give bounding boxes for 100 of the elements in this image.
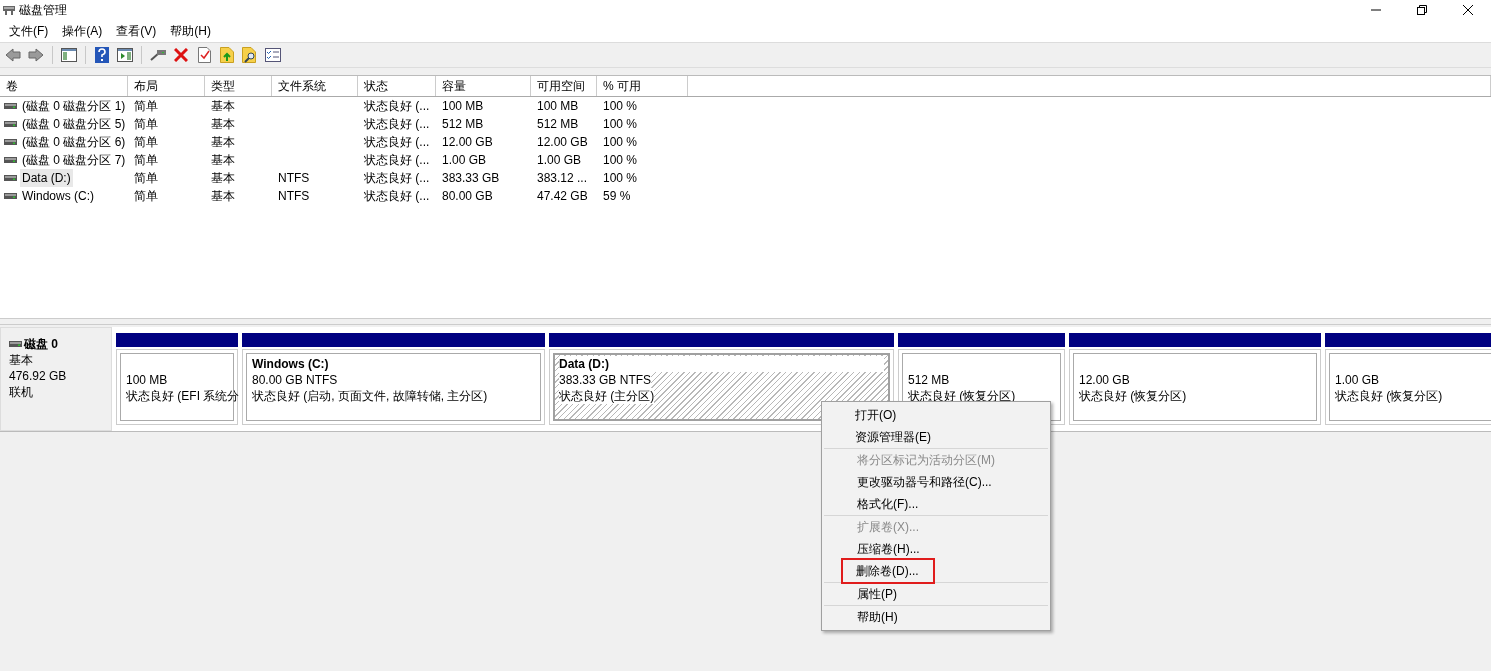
table-cell-text: 100 %: [603, 116, 638, 133]
table-cell-text: 基本: [211, 152, 235, 169]
table-cell-text: 简单: [134, 116, 158, 133]
context-menu-item[interactable]: 打开(O): [855, 404, 897, 426]
partition-title: Windows (C:): [252, 356, 330, 372]
menu-item[interactable]: 文件(F): [2, 22, 56, 40]
back-button[interactable]: [3, 45, 23, 65]
disk-icon: [2, 4, 16, 16]
volume-name[interactable]: Data (D:): [20, 169, 73, 187]
partition-info: 12.00 GB: [1079, 372, 1130, 388]
table-cell-text: 简单: [134, 170, 158, 187]
table-cell-text: 简单: [134, 188, 158, 205]
table-cell-text: 简单: [134, 152, 158, 169]
table-cell-text: 100 MB: [442, 98, 484, 115]
partition-info: 100 MB: [126, 372, 168, 388]
checklist-icon[interactable]: [263, 45, 283, 65]
volume-icon: [4, 175, 17, 181]
context-menu-item[interactable]: 格式化(F)...: [857, 493, 919, 515]
menu-item[interactable]: 操作(A): [55, 22, 110, 40]
volume-name[interactable]: (磁盘 0 磁盘分区 1): [20, 97, 128, 115]
table-cell-text: 基本: [211, 134, 235, 151]
table-cell-text: 简单: [134, 134, 158, 151]
table-cell-text: NTFS: [278, 170, 310, 187]
table-cell-text: 512 MB: [537, 116, 579, 133]
table-cell-text: 100 %: [603, 134, 638, 151]
column-header[interactable]: 类型: [205, 76, 272, 96]
menu-item[interactable]: 查看(V): [109, 22, 164, 40]
table-cell-text: 47.42 GB: [537, 188, 588, 205]
restore-icon: [1417, 5, 1427, 15]
context-menu-item[interactable]: 资源管理器(E): [855, 426, 931, 448]
table-cell-text: 基本: [211, 98, 235, 115]
volume-icon: [4, 121, 17, 127]
context-menu-item[interactable]: 删除卷(D)...: [843, 560, 933, 582]
column-header[interactable]: 状态: [358, 76, 436, 96]
partition-info: 状态良好 (启动, 页面文件, 故障转储, 主分区): [252, 388, 488, 404]
partition-info: 状态良好 (恢复分区): [1079, 388, 1187, 404]
disk-name: 磁盘 0: [24, 336, 58, 352]
volume-name[interactable]: (磁盘 0 磁盘分区 7): [20, 151, 128, 169]
volume-name[interactable]: Windows (C:): [20, 187, 96, 205]
table-cell-text: 简单: [134, 98, 158, 115]
column-header[interactable]: 可用空间: [531, 76, 597, 96]
table-cell-text: 状态良好 (...: [364, 188, 430, 205]
column-header[interactable]: 卷: [0, 76, 128, 96]
table-cell-text: 80.00 GB: [442, 188, 493, 205]
table-cell-text: 12.00 GB: [537, 134, 588, 151]
volume-name[interactable]: (磁盘 0 磁盘分区 6): [20, 133, 128, 151]
table-cell-text: 状态良好 (...: [364, 134, 430, 151]
table-cell-text: 100 %: [603, 152, 638, 169]
partition-info: 383.33 GB NTFS: [559, 372, 652, 388]
table-cell-text: 1.00 GB: [442, 152, 487, 169]
disk-label-panel[interactable]: 磁盘 0 基本 476.92 GB 联机: [0, 327, 112, 431]
table-cell-text: 状态良好 (...: [364, 116, 430, 133]
table-cell-text: 状态良好 (...: [364, 152, 430, 169]
context-menu-item[interactable]: 属性(P): [857, 583, 897, 605]
column-header[interactable]: 文件系统: [272, 76, 358, 96]
disk-status: 联机: [9, 384, 34, 400]
volume-icon: [4, 103, 17, 109]
table-cell-text: 383.12 ...: [537, 170, 588, 187]
close-icon: [1463, 5, 1473, 15]
volume-icon: [4, 193, 17, 199]
forward-button[interactable]: [26, 45, 46, 65]
table-cell-text: 512 MB: [442, 116, 484, 133]
table-cell-text: 59 %: [603, 188, 631, 205]
table-cell-text: 状态良好 (...: [364, 170, 430, 187]
table-cell-text: 100 %: [603, 170, 638, 187]
table-cell-text: NTFS: [278, 188, 310, 205]
menu-item[interactable]: 帮助(H): [163, 22, 218, 40]
disk-icon: [9, 341, 22, 347]
table-cell-text: 基本: [211, 170, 235, 187]
volume-name[interactable]: (磁盘 0 磁盘分区 5): [20, 115, 128, 133]
table-cell-text: 基本: [211, 188, 235, 205]
table-cell-text: 100 MB: [537, 98, 579, 115]
volume-icon: [4, 157, 17, 163]
context-menu-item[interactable]: 帮助(H): [857, 606, 898, 628]
disk-type: 基本: [9, 352, 34, 368]
column-header[interactable]: 容量: [436, 76, 531, 96]
table-cell-text: 状态良好 (...: [364, 98, 430, 115]
partition-info: 状态良好 (恢复分区): [1335, 388, 1443, 404]
partition-info: 状态良好 (主分区): [559, 388, 655, 404]
table-cell-text: 12.00 GB: [442, 134, 493, 151]
action-pane-button[interactable]: [115, 45, 135, 65]
window-title: 磁盘管理: [19, 1, 68, 19]
context-menu-item[interactable]: 更改驱动器号和路径(C)...: [857, 471, 992, 493]
delete-icon[interactable]: [171, 45, 191, 65]
table-cell-text: 100 %: [603, 98, 638, 115]
column-header[interactable]: 布局: [128, 76, 205, 96]
table-cell-text: 1.00 GB: [537, 152, 582, 169]
console-tree-button[interactable]: [59, 45, 79, 65]
disk-size: 476.92 GB: [9, 368, 68, 384]
table-cell-text: 基本: [211, 116, 235, 133]
column-header[interactable]: % 可用: [597, 76, 688, 96]
partition-info: 状态良好 (EFI 系统分: [126, 388, 240, 404]
partition-title: Data (D:): [559, 356, 884, 372]
partition-info: 80.00 GB NTFS: [252, 372, 338, 388]
context-menu-item[interactable]: 压缩卷(H)...: [857, 538, 920, 560]
table-cell-text: 383.33 GB: [442, 170, 500, 187]
help-icon[interactable]: [92, 45, 112, 65]
partition-info: 512 MB: [908, 372, 950, 388]
partition-info: 1.00 GB: [1335, 372, 1380, 388]
volume-icon: [4, 139, 17, 145]
